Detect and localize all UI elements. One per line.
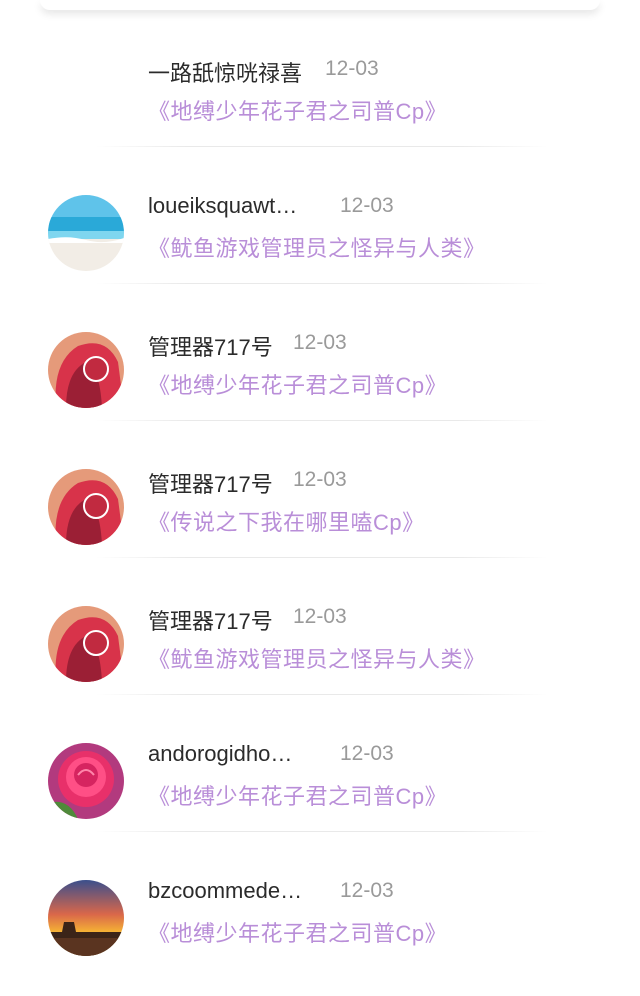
user-name[interactable]: loueiksquawt… [148, 193, 297, 219]
avatar[interactable] [48, 469, 124, 545]
post-date: 12-03 [293, 605, 347, 628]
novel-title-link[interactable]: 《鱿鱼游戏管理员之怪异与人类》 [148, 231, 486, 263]
user-name[interactable]: bzcoommede… [148, 878, 302, 904]
post-date: 12-03 [293, 331, 347, 354]
novel-title-link[interactable]: 《地缚少年花子君之司普Cp》 [148, 94, 447, 126]
novel-title-link[interactable]: 《传说之下我在哪里嗑Cp》 [148, 505, 425, 537]
avatar[interactable] [48, 332, 124, 408]
avatar[interactable] [48, 743, 124, 819]
novel-title-link[interactable]: 《地缚少年花子君之司普Cp》 [148, 368, 447, 400]
post-date: 12-03 [340, 879, 394, 902]
user-name[interactable]: 管理器717号 [148, 604, 273, 636]
list-item[interactable]: 一路舐惊咣禄喜 12-03 《地缚少年花子君之司普Cp》 [0, 8, 640, 147]
post-date: 12-03 [325, 57, 379, 80]
user-name[interactable]: andorogidho… [148, 741, 292, 767]
list-item[interactable]: 管理器717号 12-03 《地缚少年花子君之司普Cp》 [0, 282, 640, 421]
post-date: 12-03 [340, 742, 394, 765]
avatar[interactable] [48, 606, 124, 682]
list-item[interactable]: andorogidho… 12-03 《地缚少年花子君之司普Cp》 [0, 693, 640, 832]
novel-title-link[interactable]: 《地缚少年花子君之司普Cp》 [148, 916, 447, 948]
list-item[interactable]: bzcoommede… 12-03 《地缚少年花子君之司普Cp》 [0, 830, 640, 967]
user-name[interactable]: 一路舐惊咣禄喜 [148, 56, 302, 88]
user-name[interactable]: 管理器717号 [148, 330, 273, 362]
list-item[interactable]: 管理器717号 12-03 《鱿鱼游戏管理员之怪异与人类》 [0, 556, 640, 695]
novel-title-link[interactable]: 《鱿鱼游戏管理员之怪异与人类》 [148, 642, 486, 674]
avatar[interactable] [48, 880, 124, 956]
post-date: 12-03 [340, 194, 394, 217]
list-item[interactable]: loueiksquawt… 12-03 《鱿鱼游戏管理员之怪异与人类》 [0, 145, 640, 284]
avatar[interactable] [48, 195, 124, 271]
post-date: 12-03 [293, 468, 347, 491]
novel-title-link[interactable]: 《地缚少年花子君之司普Cp》 [148, 779, 447, 811]
list-item[interactable]: 管理器717号 12-03 《传说之下我在哪里嗑Cp》 [0, 419, 640, 558]
user-name[interactable]: 管理器717号 [148, 467, 273, 499]
